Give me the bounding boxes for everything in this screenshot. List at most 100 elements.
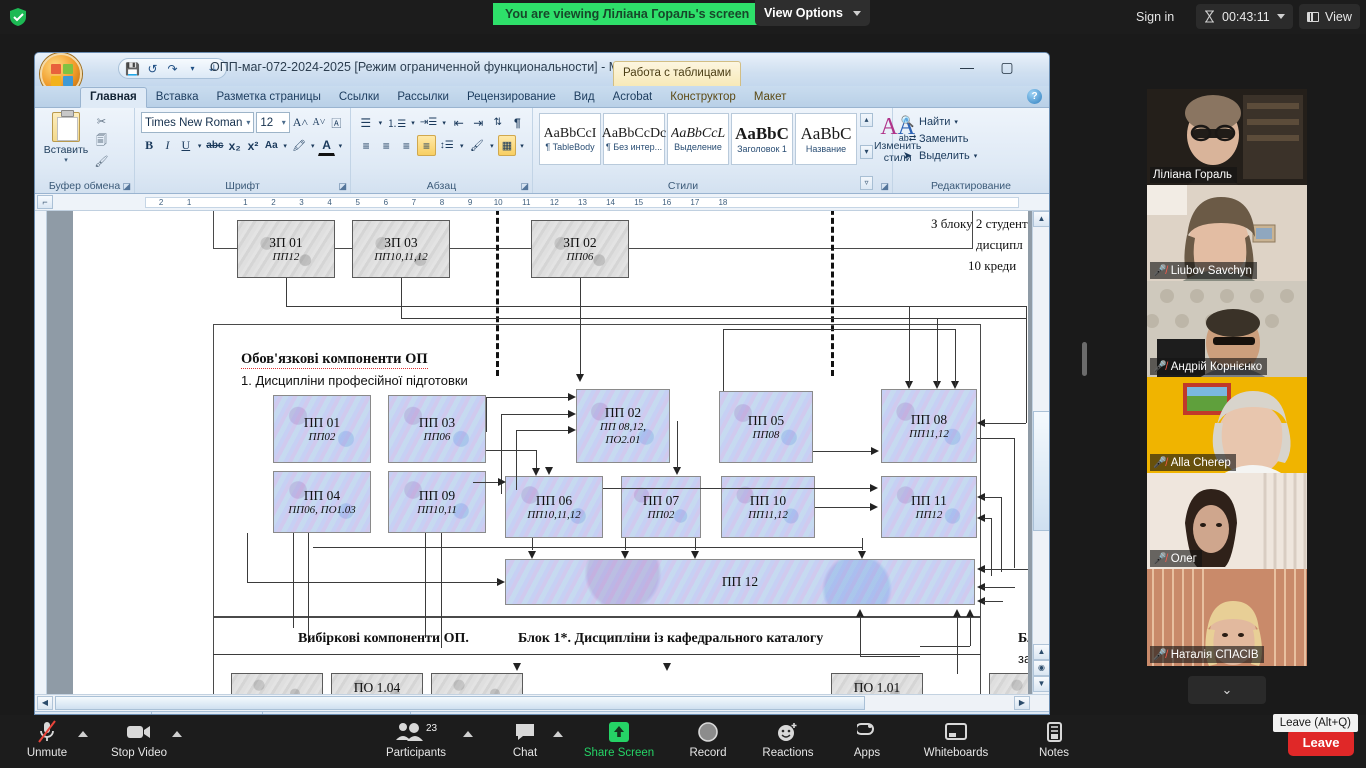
unmute-button[interactable]: Unmute <box>4 720 90 759</box>
more-styles-icon[interactable]: ▿ <box>860 176 873 190</box>
tab-table-design[interactable]: Конструктор <box>661 88 745 107</box>
decrease-indent-icon[interactable]: ⇤ <box>450 112 468 133</box>
apps-button[interactable]: Apps <box>824 720 910 759</box>
chevron-down-icon[interactable]: ▾ <box>196 135 203 156</box>
style-item[interactable]: AaBbС Название <box>795 113 857 165</box>
tab-home[interactable]: Главная <box>80 87 147 108</box>
video-options-caret-icon[interactable] <box>172 731 182 737</box>
multilevel-list-icon[interactable]: ⇥☰ <box>419 112 438 133</box>
replace-button[interactable]: ab⇄ Заменить <box>900 131 1042 146</box>
chevron-down-icon[interactable]: ▾ <box>309 135 316 156</box>
underline-icon[interactable]: U <box>178 135 194 156</box>
scroll-up-button[interactable]: ▲ <box>1033 211 1049 227</box>
style-item[interactable]: AaBbCcI ¶ TableBody <box>539 113 601 165</box>
chevron-down-icon[interactable]: ▾ <box>377 112 385 133</box>
paragraph-dialog-launcher[interactable]: ◪ <box>520 181 529 192</box>
document-page[interactable]: ЗП 01 ПП12 ЗП 03 ПП10,11,12 ЗП 02 ПП06 <box>73 211 1028 694</box>
tab-acrobat[interactable]: Acrobat <box>604 88 662 107</box>
sort-icon[interactable]: ⇅ <box>489 112 507 133</box>
minimize-button[interactable]: — <box>953 56 981 78</box>
notes-button[interactable]: Notes <box>1011 720 1097 759</box>
participant-tile[interactable]: 🎤̸ Alla Cherep <box>1147 377 1307 474</box>
scroll-down-icon[interactable]: ▾ <box>860 145 873 159</box>
cut-icon[interactable]: ✂ <box>93 113 110 130</box>
chevron-down-icon[interactable]: ▾ <box>337 135 344 156</box>
previous-page-button[interactable]: ▲ <box>1033 644 1049 660</box>
shrink-font-icon[interactable]: A˅ <box>311 112 326 133</box>
scroll-left-button[interactable]: ◀ <box>37 696 53 710</box>
increase-indent-icon[interactable]: ⇥ <box>470 112 488 133</box>
undo-icon[interactable]: ↺ <box>144 60 161 77</box>
align-right-icon[interactable]: ≡ <box>397 135 415 156</box>
shading-icon[interactable]: 🖌 <box>468 135 486 156</box>
chevron-down-icon[interactable]: ▾ <box>281 135 288 156</box>
align-left-icon[interactable]: ≡ <box>357 135 375 156</box>
copy-icon[interactable]: 🗐 <box>93 133 110 150</box>
style-item[interactable]: AaBbCcDc ¶ Без интер... <box>603 113 665 165</box>
sign-in-button[interactable]: Sign in <box>1136 8 1174 27</box>
tab-insert[interactable]: Вставка <box>147 88 208 107</box>
horizontal-ruler[interactable]: ⌐ 2 1 1 2 3 4 5 6 7 8 9 10 11 12 13 14 1… <box>35 194 1049 211</box>
chat-options-caret-icon[interactable] <box>553 731 563 737</box>
numbering-icon[interactable]: ⒈☰ <box>386 112 407 133</box>
participant-tile[interactable]: 🎤̸ Олег <box>1147 473 1307 570</box>
view-layout-button[interactable]: View <box>1299 4 1360 29</box>
save-icon[interactable]: 💾 <box>124 60 141 77</box>
participants-button[interactable]: 23 Participants <box>373 720 459 759</box>
vertical-ruler[interactable] <box>35 211 47 694</box>
chevron-down-icon[interactable]: ▾ <box>974 152 978 160</box>
tab-page-layout[interactable]: Разметка страницы <box>208 88 330 107</box>
participants-scroll-down-button[interactable]: ⌄ <box>1188 676 1266 704</box>
participants-options-caret-icon[interactable] <box>463 731 473 737</box>
tab-references[interactable]: Ссылки <box>330 88 389 107</box>
font-dialog-launcher[interactable]: ◪ <box>338 181 347 192</box>
redo-icon[interactable]: ↷ <box>164 60 181 77</box>
participant-tile[interactable]: 🎤̸ Liubov Savchyn <box>1147 185 1307 282</box>
line-spacing-icon[interactable]: ↕☰ <box>438 135 456 156</box>
help-icon[interactable]: ? <box>1027 89 1042 104</box>
format-painter-icon[interactable]: 🖌 <box>93 153 110 170</box>
justify-icon[interactable]: ≡ <box>417 135 435 156</box>
styles-dialog-launcher[interactable]: ◪ <box>880 181 889 192</box>
vertical-scroll-thumb[interactable] <box>1033 411 1049 531</box>
audio-options-caret-icon[interactable] <box>78 731 88 737</box>
chevron-down-icon[interactable]: ▾ <box>440 112 448 133</box>
horizontal-scrollbar[interactable]: ◀ ▶ <box>35 694 1049 711</box>
strikethrough-icon[interactable]: abc <box>205 135 224 156</box>
leave-button[interactable]: Leave <box>1288 729 1354 756</box>
bullets-icon[interactable]: ☰ <box>357 112 375 133</box>
find-button[interactable]: 🔍 Найти ▾ <box>900 114 1042 129</box>
tab-review[interactable]: Рецензирование <box>458 88 565 107</box>
participant-tile[interactable]: 🎤̸ Андрій Корнієнко <box>1147 281 1307 378</box>
scroll-up-icon[interactable]: ▴ <box>860 113 873 127</box>
meeting-timer[interactable]: 00:43:11 <box>1196 4 1293 29</box>
horizontal-scroll-thumb[interactable] <box>55 696 865 710</box>
next-page-button[interactable]: ▼ <box>1033 676 1049 692</box>
chevron-down-icon[interactable]: ▾ <box>954 118 958 126</box>
italic-icon[interactable]: I <box>159 135 175 156</box>
participant-tile[interactable]: 🎤̸ Наталія СПАСІВ <box>1147 569 1307 666</box>
scroll-right-button[interactable]: ▶ <box>1014 696 1030 710</box>
share-screen-button[interactable]: Share Screen <box>576 720 662 759</box>
style-item[interactable]: AaBbCcL Выделение <box>667 113 729 165</box>
maximize-button[interactable]: ▢ <box>993 56 1021 78</box>
align-center-icon[interactable]: ≡ <box>377 135 395 156</box>
chevron-down-icon[interactable]: ▾ <box>518 135 526 156</box>
subscript-icon[interactable]: x₂ <box>227 135 243 156</box>
chevron-down-icon[interactable]: ▾ <box>488 135 496 156</box>
whiteboards-button[interactable]: Whiteboards <box>913 720 999 759</box>
vertical-scrollbar[interactable]: ▲ ▲ ◉ ▼ <box>1032 211 1049 694</box>
chat-button[interactable]: Chat <box>482 720 568 759</box>
borders-icon[interactable]: ▦ <box>498 135 516 156</box>
change-case-icon[interactable]: Aa <box>263 135 279 156</box>
chevron-down-icon[interactable]: ▾ <box>184 60 201 77</box>
style-item[interactable]: AaBbС Заголовок 1 <box>731 113 793 165</box>
chevron-down-icon[interactable]: ▾ <box>64 156 68 164</box>
tab-mailings[interactable]: Рассылки <box>388 88 458 107</box>
participant-tile[interactable]: Ліліана Гораль <box>1147 89 1307 186</box>
tab-view[interactable]: Вид <box>565 88 604 107</box>
reactions-button[interactable]: Reactions <box>745 720 831 759</box>
superscript-icon[interactable]: x² <box>245 135 261 156</box>
tab-table-layout[interactable]: Макет <box>745 88 796 107</box>
view-options-button[interactable]: View Options <box>755 0 870 26</box>
